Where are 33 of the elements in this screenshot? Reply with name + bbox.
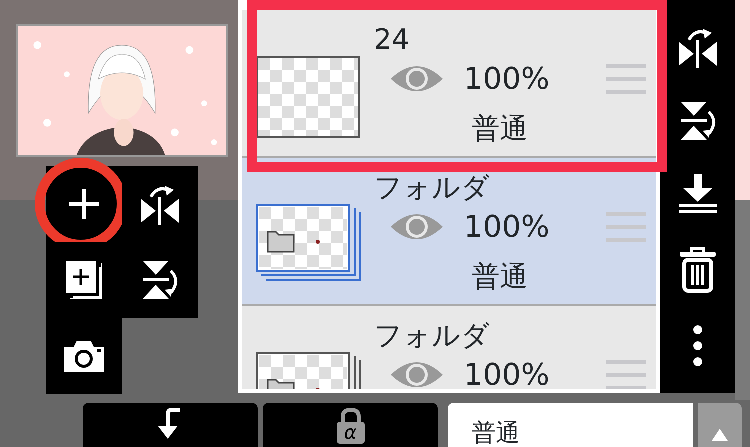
drag-handle-icon[interactable]	[606, 359, 646, 389]
drag-handle-icon[interactable]	[606, 211, 646, 243]
more-button[interactable]	[692, 324, 702, 367]
alpha-lock-button[interactable]: α	[263, 403, 438, 447]
blend-mode-field[interactable]: 普通	[448, 403, 693, 447]
plus-icon	[67, 187, 101, 221]
layer-name: フォルダ	[374, 174, 490, 202]
dropdown-button[interactable]	[698, 403, 742, 447]
merge-down-button[interactable]	[676, 174, 718, 214]
layer-blend-mode: 普通	[472, 114, 528, 144]
drag-handle-icon[interactable]	[606, 63, 646, 95]
layer-row[interactable]: 24 100% 普通	[242, 10, 656, 158]
layer-name: 24	[374, 26, 410, 54]
flip-horizontal-button[interactable]	[122, 166, 198, 242]
camera-icon	[64, 340, 104, 372]
trash-icon	[678, 246, 716, 293]
flip-horizontal-icon	[139, 183, 181, 225]
layer-name: フォルダ	[374, 322, 490, 350]
flip-horizontal-icon	[676, 26, 718, 68]
delete-button[interactable]	[678, 246, 716, 293]
caret-up-icon	[712, 429, 728, 441]
undo-button[interactable]	[83, 403, 258, 447]
layer-opacity: 100%	[464, 358, 550, 389]
flip-horizontal-button[interactable]	[676, 26, 718, 68]
duplicate-layer-icon	[64, 259, 104, 301]
layer-opacity: 100%	[464, 210, 550, 244]
layer-opacity: 100%	[464, 62, 550, 96]
camera-button[interactable]	[46, 318, 122, 394]
layer-row[interactable]: フォルダ 100%	[242, 306, 656, 389]
layer-row[interactable]: フォルダ 100% 普通	[242, 158, 656, 306]
layer-blend-mode: 普通	[472, 262, 528, 292]
more-icon	[692, 324, 702, 367]
merge-down-icon	[676, 174, 718, 214]
